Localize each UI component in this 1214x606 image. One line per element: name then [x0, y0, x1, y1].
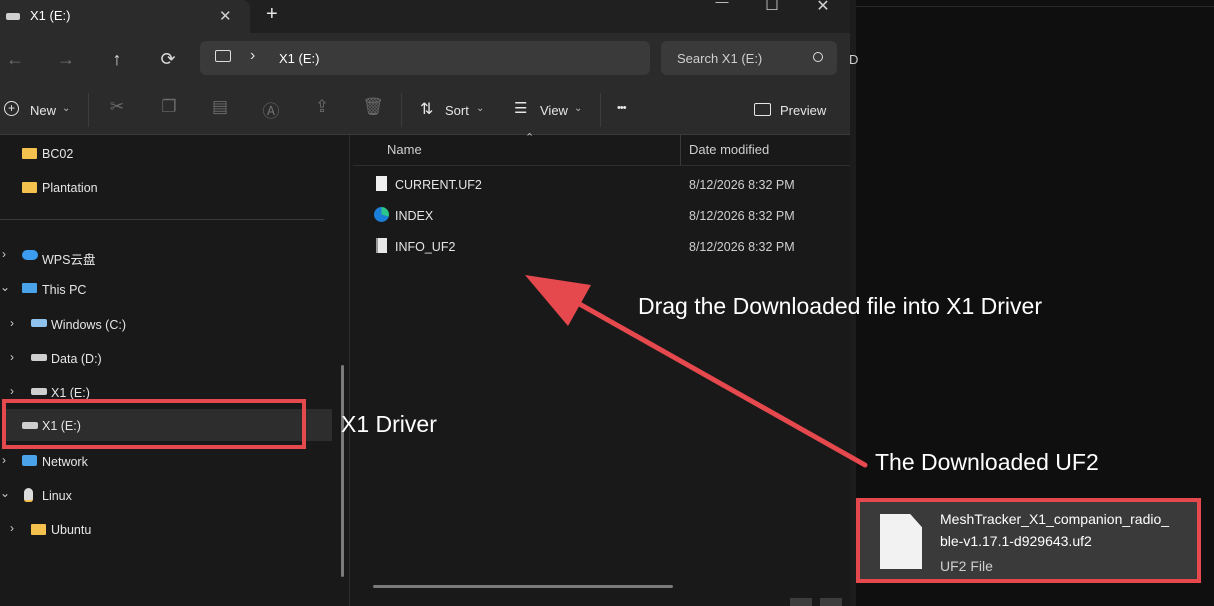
uf2-file-icon	[880, 514, 922, 569]
downloaded-file-name-line2: ble-v1.17.1-d929643.uf2	[940, 533, 1092, 549]
downloaded-file-type: UF2 File	[940, 558, 993, 574]
downloaded-file-highlight[interactable]: MeshTracker_X1_companion_radio_ ble-v1.1…	[856, 498, 1201, 583]
arrow-shaft	[557, 290, 868, 468]
arrow-head	[525, 275, 591, 326]
downloaded-file-name-line1: MeshTracker_X1_companion_radio_	[940, 511, 1170, 527]
